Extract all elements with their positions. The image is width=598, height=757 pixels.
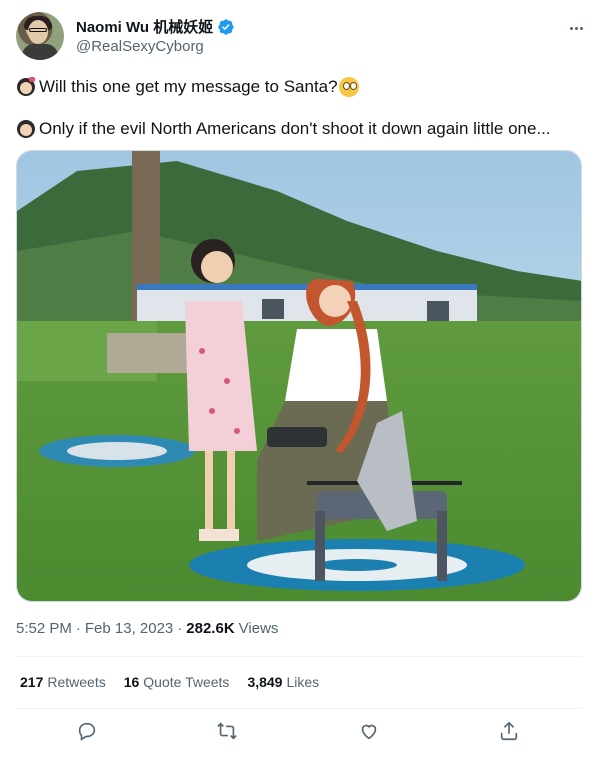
divider [16, 708, 582, 709]
tweet-text-2: Only if the evil North Americans don't s… [39, 119, 551, 138]
quote-tweets-stat[interactable]: 16 Quote Tweets [124, 674, 230, 690]
more-options-icon[interactable] [566, 18, 586, 38]
author-handle[interactable]: @RealSexyCyborg [76, 38, 204, 55]
tweet-text-line-1: Will this one get my message to Santa? [16, 76, 359, 98]
quote-tweets-count: 16 [123, 674, 140, 690]
reply-icon[interactable] [76, 720, 100, 744]
tweet-stats: 217 Retweets 16 Quote Tweets 3,849 Likes [20, 674, 319, 690]
retweets-stat[interactable]: 217 Retweets [20, 674, 106, 690]
author-display-name[interactable]: Naomi Wu 机械妖姬 [76, 16, 213, 37]
tweet-date[interactable]: Feb 13, 2023 [85, 620, 173, 637]
meta-separator: · [75, 620, 81, 637]
like-icon[interactable] [358, 720, 382, 744]
divider [16, 656, 582, 657]
quote-tweets-label: Quote Tweets [143, 674, 230, 690]
retweets-label: Retweets [47, 674, 106, 690]
tweet-text-1: Will this one get my message to Santa? [39, 77, 338, 96]
tweet-text-line-2: Only if the evil North Americans don't s… [16, 118, 551, 140]
verified-badge-icon [217, 18, 235, 36]
author-name-row[interactable]: Naomi Wu 机械妖姬 [76, 16, 235, 37]
likes-count: 3,849 [247, 674, 283, 690]
likes-stat[interactable]: 3,849 Likes [247, 674, 319, 690]
meta-separator: · [177, 620, 183, 637]
retweet-icon[interactable] [216, 720, 240, 744]
tweet-meta: 5:52 PM · Feb 13, 2023 · 282.6K Views [16, 620, 278, 637]
views-count: 282.6K [186, 620, 235, 637]
retweets-count: 217 [20, 674, 44, 690]
tweet-header: Naomi Wu 机械妖姬 @RealSexyCyborg [16, 12, 586, 62]
tweet-action-bar [0, 718, 598, 748]
woman-emoji-icon [16, 119, 36, 139]
share-icon[interactable] [498, 720, 522, 744]
likes-label: Likes [286, 674, 320, 690]
avatar[interactable] [16, 12, 64, 60]
tweet-time[interactable]: 5:52 PM [16, 620, 72, 637]
rolling-eyes-emoji-icon [338, 77, 359, 97]
views-label: Views [238, 620, 279, 637]
tweet-photo[interactable] [16, 150, 582, 602]
girl-emoji-icon [16, 77, 36, 97]
